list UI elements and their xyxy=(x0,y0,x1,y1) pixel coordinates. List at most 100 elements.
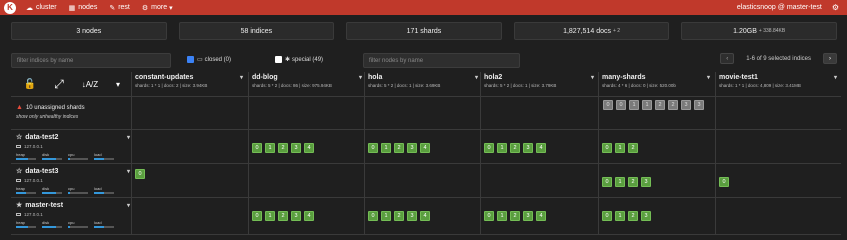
shard-box[interactable]: 0 xyxy=(252,143,262,153)
cluster-user-label[interactable]: elasticsnoop @ master-test xyxy=(737,4,822,11)
shard-box[interactable]: 2 xyxy=(394,143,404,153)
index-header[interactable]: hola ▾ shards: 5 * 2 | docs: 1 | size: 3.6… xyxy=(368,74,478,92)
shard-box[interactable]: 1 xyxy=(381,211,391,221)
shard-box[interactable]: 4 xyxy=(420,143,430,153)
unassigned-shard[interactable]: 2 xyxy=(668,100,678,110)
index-header[interactable]: hola2 ▾ shards: 5 * 2 | docs: 1 | size: 3.… xyxy=(484,74,594,92)
unassigned-shard[interactable]: 2 xyxy=(655,100,665,110)
chevron-down-icon[interactable]: ▾ xyxy=(127,202,130,209)
unassigned-shard[interactable]: 3 xyxy=(681,100,691,110)
shard-box[interactable]: 2 xyxy=(628,211,638,221)
shard-box[interactable]: 1 xyxy=(615,143,625,153)
index-header[interactable]: movie-test1 ▾ shards: 1 * 1 | docs: 4,809 … xyxy=(719,74,837,92)
shard-box[interactable]: 3 xyxy=(641,211,651,221)
shard-box[interactable]: 2 xyxy=(510,143,520,153)
cerebro-logo-icon[interactable]: K xyxy=(4,1,16,14)
next-page-button[interactable]: › xyxy=(823,53,837,64)
shard-box[interactable]: 4 xyxy=(536,143,546,153)
filter-nodes-input[interactable]: filter nodes by name xyxy=(363,53,520,68)
shard-box[interactable]: 0 xyxy=(719,177,729,187)
sort-az-icon[interactable]: ↓A/Z xyxy=(82,80,98,89)
shard-box[interactable]: 1 xyxy=(381,143,391,153)
nav-more[interactable]: ⚙ more ▾ xyxy=(142,4,173,12)
shard-box[interactable]: 1 xyxy=(497,143,507,153)
node-name[interactable]: master-test xyxy=(25,202,63,209)
shard-box[interactable]: 0 xyxy=(252,211,262,221)
shard-box[interactable]: 3 xyxy=(407,211,417,221)
shard-box[interactable]: 1 xyxy=(615,177,625,187)
closed-label: closed (0) xyxy=(204,56,232,63)
index-name[interactable]: constant-updates xyxy=(135,74,193,81)
shard-box[interactable]: 4 xyxy=(420,211,430,221)
cloud-icon: ☁ xyxy=(26,4,33,12)
special-checkbox[interactable]: ✱ special (49) xyxy=(275,56,323,63)
chevron-down-icon[interactable]: ▾ xyxy=(240,74,243,81)
shard-box[interactable]: 2 xyxy=(278,211,288,221)
index-header[interactable]: dd-blog ▾ shards: 5 * 2 | docs: 86 | size:… xyxy=(252,74,362,92)
shard-box[interactable]: 0 xyxy=(484,211,494,221)
shard-box[interactable]: 0 xyxy=(602,143,612,153)
prev-page-button[interactable]: ‹ xyxy=(720,53,735,64)
shard-box[interactable]: 3 xyxy=(641,177,651,187)
filter-indices-input[interactable]: filter indices by name xyxy=(11,53,171,68)
shard-box[interactable]: 3 xyxy=(291,143,301,153)
chevron-down-icon[interactable]: ▾ xyxy=(591,74,594,81)
shard-box[interactable]: 4 xyxy=(304,143,314,153)
shard-box[interactable]: 0 xyxy=(368,211,378,221)
unassigned-shard[interactable]: 1 xyxy=(642,100,652,110)
shard-box[interactable]: 0 xyxy=(484,143,494,153)
stat-shards: 171 shards xyxy=(346,22,502,40)
chevron-down-icon[interactable]: ▾ xyxy=(116,80,120,89)
chevron-down-icon[interactable]: ▾ xyxy=(127,134,130,141)
shard-box[interactable]: 2 xyxy=(628,177,638,187)
node-name[interactable]: data-test2 xyxy=(25,134,58,141)
nav-rest[interactable]: ✎ rest xyxy=(109,4,130,12)
chevron-down-icon[interactable]: ▾ xyxy=(359,74,362,81)
index-header[interactable]: many-shards ▾ shards: 4 * 6 | docs: 0 | si… xyxy=(602,74,710,92)
nav-nodes[interactable]: ▦ nodes xyxy=(69,4,98,12)
shard-box[interactable]: 2 xyxy=(510,211,520,221)
shard-box[interactable]: 2 xyxy=(628,143,638,153)
warning-icon: ▲ xyxy=(16,104,23,111)
unassigned-shard[interactable]: 0 xyxy=(616,100,626,110)
shard-box[interactable]: 3 xyxy=(291,211,301,221)
index-name[interactable]: hola2 xyxy=(484,74,502,81)
shard-box[interactable]: 2 xyxy=(394,211,404,221)
unassigned-shard[interactable]: 3 xyxy=(694,100,704,110)
shard-box[interactable]: 3 xyxy=(523,143,533,153)
shard-box[interactable]: 3 xyxy=(407,143,417,153)
shard-box[interactable]: 1 xyxy=(615,211,625,221)
index-name[interactable]: movie-test1 xyxy=(719,74,758,81)
shard-box[interactable]: 0 xyxy=(602,177,612,187)
node-name[interactable]: data-test3 xyxy=(25,168,58,175)
shard-box[interactable]: 2 xyxy=(278,143,288,153)
chevron-down-icon[interactable]: ▾ xyxy=(834,74,837,81)
node-metric-cpu: cpu xyxy=(68,186,88,194)
expand-icon[interactable]: ⤢ xyxy=(54,77,64,92)
unassigned-shard[interactable]: 0 xyxy=(603,100,613,110)
shard-box[interactable]: 1 xyxy=(265,211,275,221)
shard-box[interactable]: 1 xyxy=(265,143,275,153)
shard-box[interactable]: 3 xyxy=(523,211,533,221)
shard-box[interactable]: 1 xyxy=(497,211,507,221)
unhealthy-toggle-link[interactable]: show only unhealthy indices xyxy=(16,114,128,120)
chevron-down-icon[interactable]: ▾ xyxy=(127,168,130,175)
unassigned-label: 10 unassigned shards xyxy=(25,104,85,111)
settings-gear-icon[interactable]: ⚙ xyxy=(832,3,839,12)
unassigned-shards-cell: ▲ 10 unassigned shards show only unhealt… xyxy=(16,104,128,120)
chevron-down-icon[interactable]: ▾ xyxy=(475,74,478,81)
nav-cluster[interactable]: ☁ cluster xyxy=(26,4,57,12)
index-name[interactable]: dd-blog xyxy=(252,74,278,81)
closed-checkbox[interactable]: ▭ closed (0) xyxy=(187,56,231,63)
shard-box[interactable]: 4 xyxy=(536,211,546,221)
lock-icon[interactable]: 🔓 xyxy=(24,79,36,90)
index-header[interactable]: constant-updates ▾ shards: 1 * 1 | docs: 2… xyxy=(135,74,243,92)
shard-box[interactable]: 0 xyxy=(368,143,378,153)
index-name[interactable]: many-shards xyxy=(602,74,646,81)
index-name[interactable]: hola xyxy=(368,74,382,81)
chevron-down-icon[interactable]: ▾ xyxy=(707,74,710,81)
unassigned-shard[interactable]: 1 xyxy=(629,100,639,110)
shard-box[interactable]: 0 xyxy=(602,211,612,221)
shard-box[interactable]: 0 xyxy=(135,169,145,179)
shard-box[interactable]: 4 xyxy=(304,211,314,221)
